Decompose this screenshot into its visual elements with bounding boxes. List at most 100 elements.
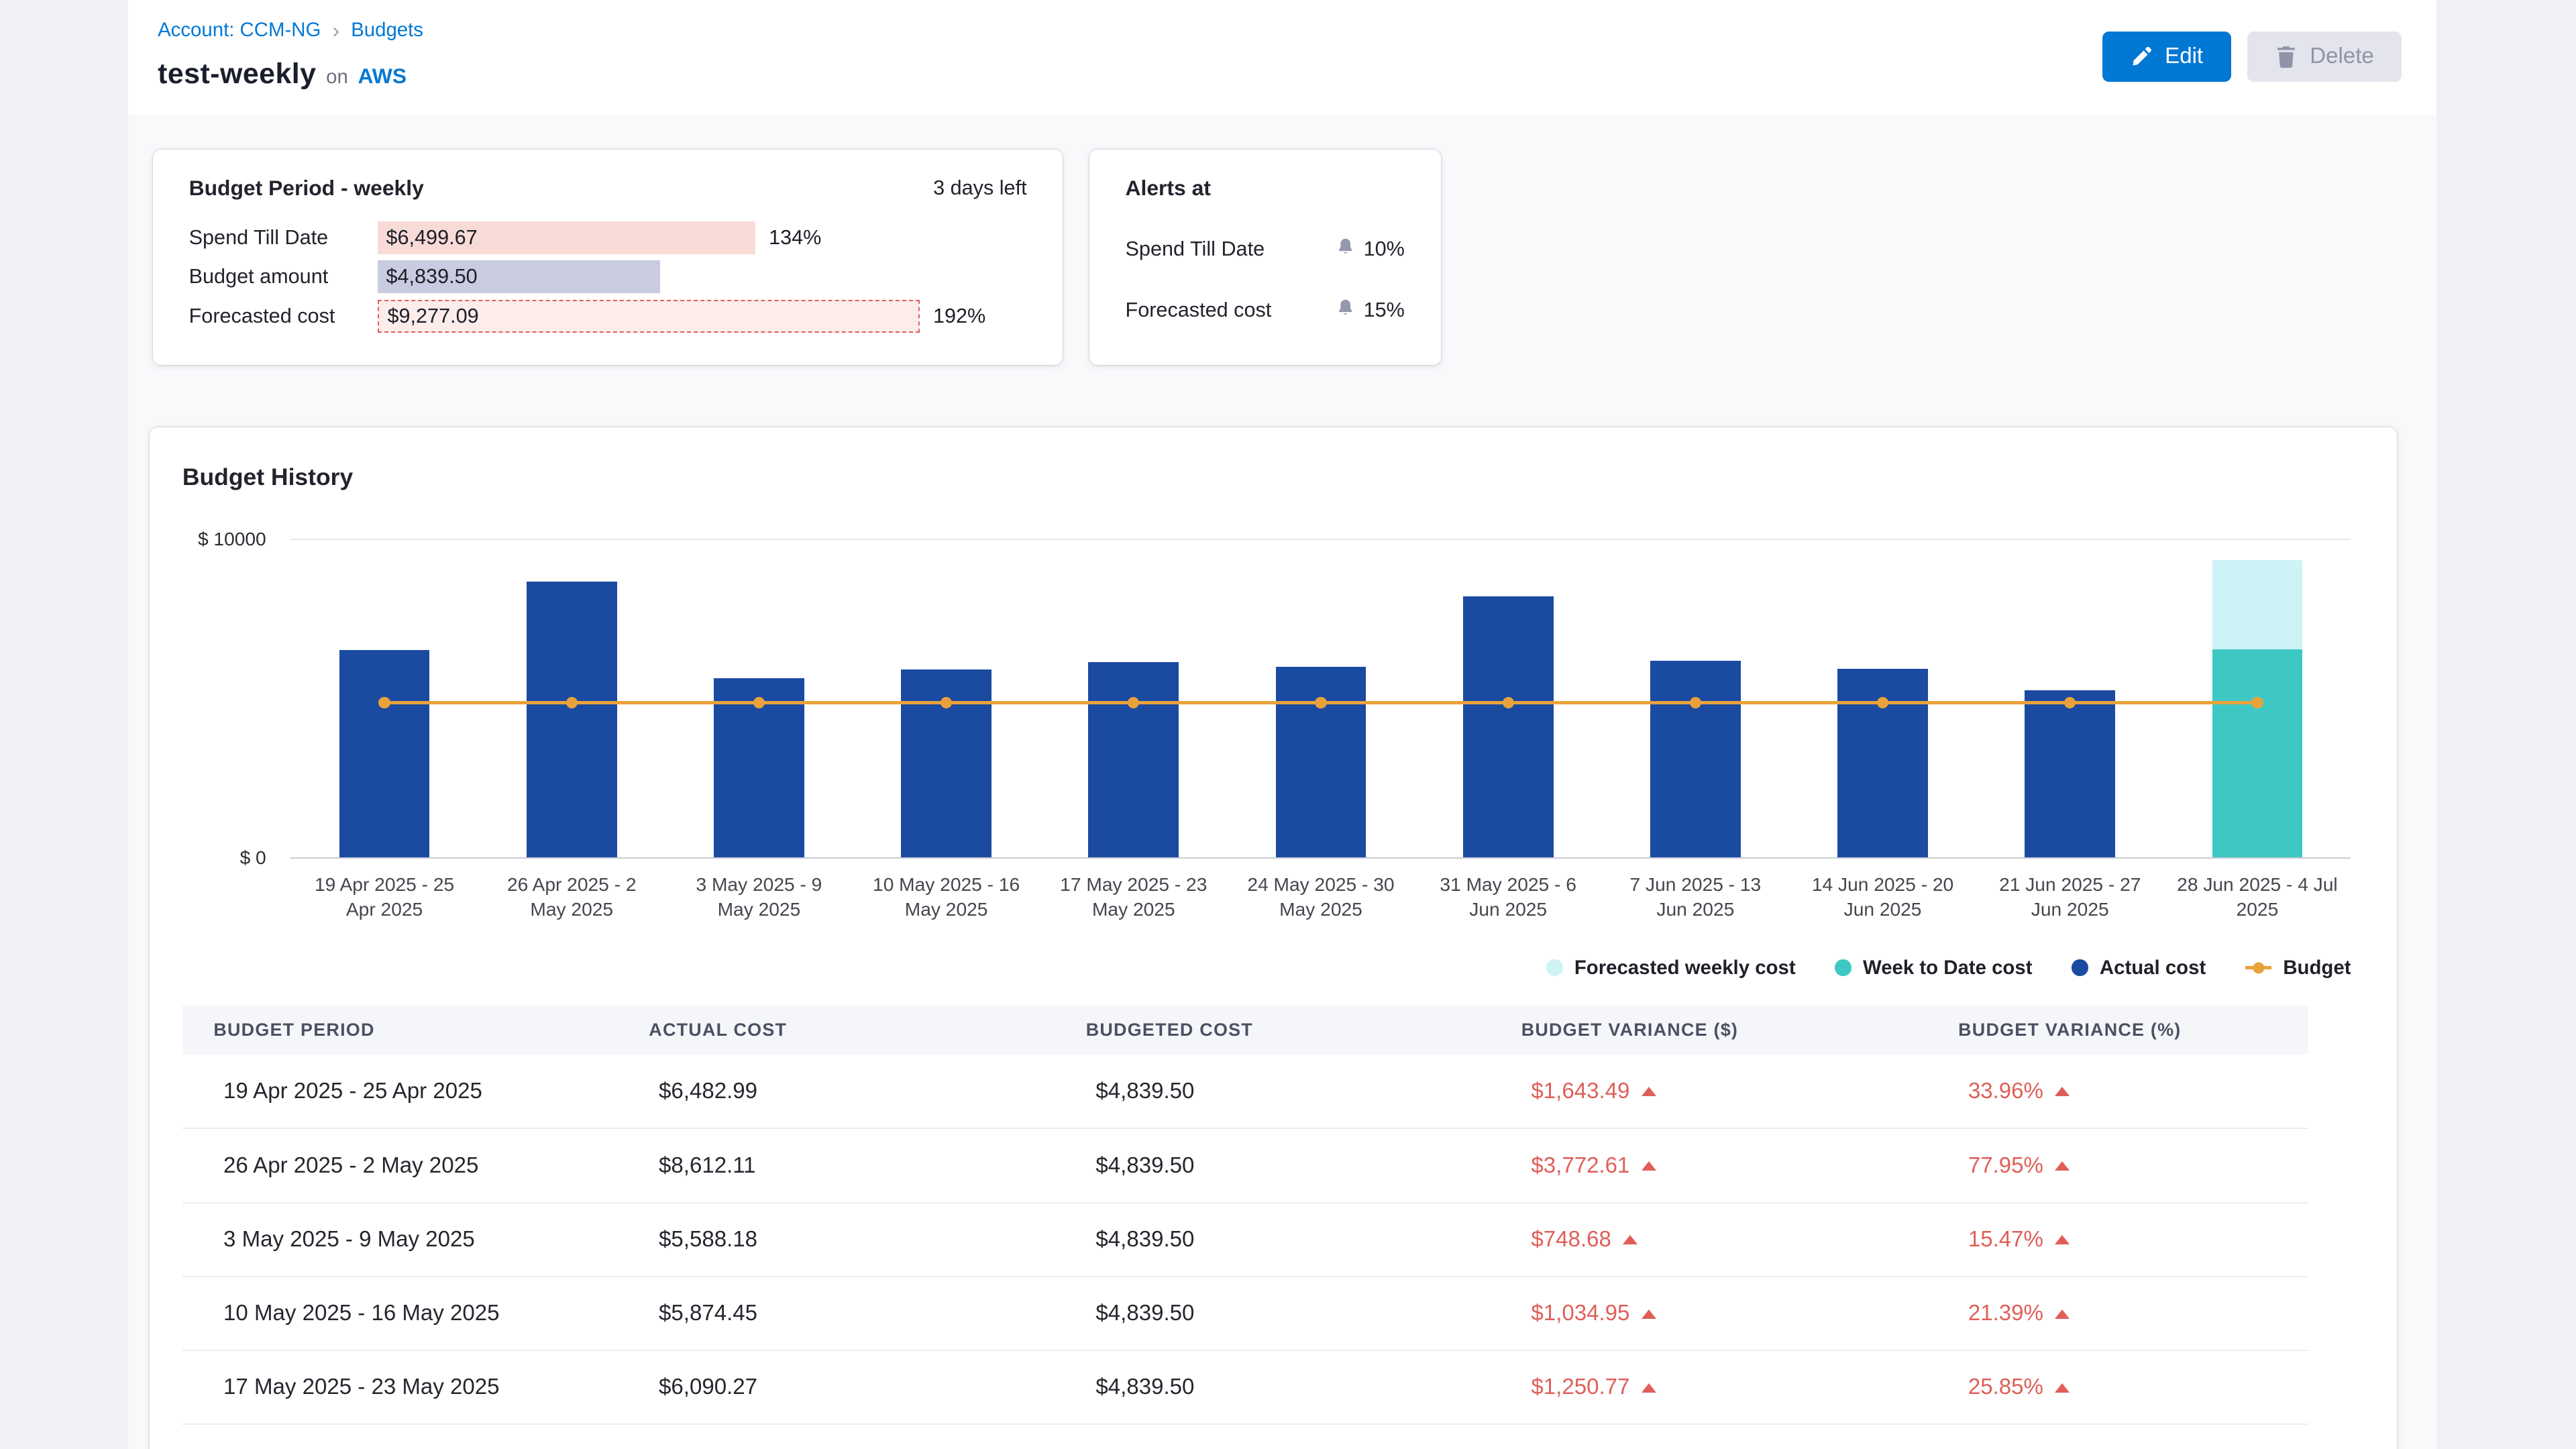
triangle-up-icon — [1642, 1161, 1656, 1171]
budget-variance-usd-cell: $1,250.77 — [1490, 1350, 1927, 1424]
chevron-right-icon: › — [332, 18, 339, 43]
actual-cost-bar — [1276, 667, 1366, 857]
table-header-cell: BUDGETED COST — [1055, 1006, 1490, 1055]
budget-point — [753, 697, 765, 708]
legend-item-week-to-date-cost[interactable]: Week to Date cost — [1835, 957, 2032, 979]
alert-threshold: 10% — [1336, 237, 1405, 262]
alert-threshold: 15% — [1336, 298, 1405, 323]
budget-variance-pct-cell: 77.95% — [1927, 1128, 2308, 1202]
budget-point — [1690, 697, 1701, 708]
budget-point — [566, 697, 578, 708]
percent-label: 134% — [769, 226, 821, 250]
x-axis-label: 26 Apr 2025 - 2 May 2025 — [478, 872, 665, 922]
chart-bar-slot — [1040, 540, 1227, 858]
chart-bar-slot — [1976, 540, 2163, 858]
table-header-cell: BUDGET VARIANCE ($) — [1490, 1006, 1927, 1055]
actual-cost-cell: $8,612.11 — [618, 1128, 1055, 1202]
legend-swatch-icon — [2072, 959, 2088, 975]
x-axis-label: 24 May 2025 - 30 May 2025 — [1227, 872, 1414, 922]
budget-variance-usd-cell: $1,643.49 — [1490, 1055, 1927, 1128]
legend-item-actual-cost[interactable]: Actual cost — [2072, 957, 2206, 979]
alert-items: Spend Till Date 10% Forecasted cost 15% — [1126, 237, 1405, 323]
budget-period-cell: 26 Apr 2025 - 2 May 2025 — [182, 1128, 618, 1202]
budget-history-table: BUDGET PERIODACTUAL COSTBUDGETED COSTBUD… — [182, 1006, 2308, 1425]
actual-cost-cell: $5,874.45 — [618, 1277, 1055, 1350]
triangle-up-icon — [1642, 1087, 1656, 1096]
table-row: 3 May 2025 - 9 May 2025$5,588.18$4,839.5… — [182, 1203, 2308, 1277]
budget-period-row: Spend Till Date$6,499.67134% — [189, 219, 1027, 256]
budget-period-cell: 10 May 2025 - 16 May 2025 — [182, 1277, 618, 1350]
table-row: 10 May 2025 - 16 May 2025$5,874.45$4,839… — [182, 1277, 2308, 1350]
days-left-label: 3 days left — [933, 176, 1027, 200]
percent-label: 192% — [933, 305, 985, 328]
x-axis-label: 10 May 2025 - 16 May 2025 — [853, 872, 1040, 922]
chart-bar-slot — [290, 540, 478, 858]
variance-value: 15.47% — [1968, 1227, 2043, 1252]
table-header-cell: ACTUAL COST — [618, 1006, 1055, 1055]
budgeted-cost-cell: $4,839.50 — [1055, 1128, 1490, 1202]
legend-label: Week to Date cost — [1863, 957, 2032, 979]
alert-threshold-value: 10% — [1364, 237, 1405, 261]
variance-value: $1,250.77 — [1531, 1375, 1629, 1399]
x-axis-labels: 19 Apr 2025 - 25 Apr 202526 Apr 2025 - 2… — [290, 872, 2351, 922]
alert-label: Forecasted cost — [1126, 299, 1272, 322]
platform-label: AWS — [358, 64, 407, 89]
variance-value: 77.95% — [1968, 1153, 2043, 1178]
table-header-row: BUDGET PERIODACTUAL COSTBUDGETED COSTBUD… — [182, 1006, 2308, 1055]
actual-cost-cell: $6,090.27 — [618, 1350, 1055, 1424]
budgeted-cost-cell: $4,839.50 — [1055, 1277, 1490, 1350]
table-header-cell: BUDGET PERIOD — [182, 1006, 618, 1055]
actual-cost-bar — [1650, 661, 1741, 858]
alerts-card: Alerts at Spend Till Date 10% Forecasted c… — [1089, 150, 1441, 365]
variance-value: 25.85% — [1968, 1375, 2043, 1399]
actual-cost-bar — [1088, 662, 1179, 857]
delete-button-label: Delete — [2310, 44, 2374, 69]
x-axis-label: 3 May 2025 - 9 May 2025 — [665, 872, 853, 922]
legend-line-dot — [2253, 962, 2264, 973]
budgeted-cost-cell: $4,839.50 — [1055, 1055, 1490, 1128]
chart-bar-slot — [2163, 540, 2351, 858]
breadcrumb-account-link[interactable]: Account: CCM-NG — [158, 19, 321, 42]
forecast-bar: $9,277.09 — [378, 300, 920, 333]
triangle-up-icon — [2055, 1087, 2070, 1096]
x-axis-label: 28 Jun 2025 - 4 Jul 2025 — [2163, 872, 2351, 922]
delete-button[interactable]: Delete — [2247, 32, 2402, 83]
budget-history-title: Budget History — [182, 464, 2397, 491]
breadcrumb-budgets-link[interactable]: Budgets — [351, 19, 423, 42]
content-area: Budget Period - weekly 3 days left Spend… — [128, 115, 2436, 1449]
page-header: Account: CCM-NG › Budgets test-weekly on… — [128, 0, 2436, 115]
legend-item-forecasted-weekly-cost[interactable]: Forecasted weekly cost — [1546, 957, 1795, 979]
budget-period-card: Budget Period - weekly 3 days left Spend… — [153, 150, 1063, 365]
actual-cost-cell: $6,482.99 — [618, 1055, 1055, 1128]
variance-value: $1,643.49 — [1531, 1079, 1629, 1104]
variance-value: $1,034.95 — [1531, 1301, 1629, 1326]
chart-bar-slot — [1227, 540, 1414, 858]
budget-point — [941, 697, 952, 708]
budget-period-cell: 17 May 2025 - 23 May 2025 — [182, 1350, 618, 1424]
budget-point — [1877, 697, 1888, 708]
triangle-up-icon — [1623, 1235, 1638, 1244]
budget-metric-label: Forecasted cost — [189, 305, 378, 328]
triangle-up-icon — [1642, 1309, 1656, 1319]
x-axis-label: 21 Jun 2025 - 27 Jun 2025 — [1976, 872, 2163, 922]
alerts-title: Alerts at — [1126, 176, 1405, 201]
y-axis-min-label: $ 0 — [240, 847, 291, 869]
budget-history-chart: $ 10000 $ 0 19 Apr 2025 - 25 Apr 202526 … — [290, 539, 2351, 979]
y-axis-max-label: $ 10000 — [198, 529, 291, 550]
alert-label: Spend Till Date — [1126, 237, 1265, 261]
legend-line-icon — [2245, 966, 2271, 969]
alert-item: Forecasted cost 15% — [1126, 298, 1405, 323]
budget-point — [2064, 697, 2076, 708]
chart-plot-area: $ 10000 $ 0 — [290, 539, 2351, 859]
week-to-date-bar — [2212, 649, 2303, 857]
chart-bar-slot — [1602, 540, 1789, 858]
edit-button-label: Edit — [2165, 44, 2203, 69]
legend-item-budget[interactable]: Budget — [2245, 957, 2351, 979]
budget-period-row: Forecasted cost$9,277.09 192% — [189, 297, 1027, 335]
budget-point — [1128, 697, 1139, 708]
title-row: test-weekly on AWS — [158, 58, 2402, 91]
budget-period-row: Budget amount$4,839.50 — [189, 258, 1027, 296]
budget-variance-usd-cell: $1,034.95 — [1490, 1277, 1927, 1350]
bell-icon — [1336, 237, 1355, 262]
edit-button[interactable]: Edit — [2102, 32, 2231, 83]
